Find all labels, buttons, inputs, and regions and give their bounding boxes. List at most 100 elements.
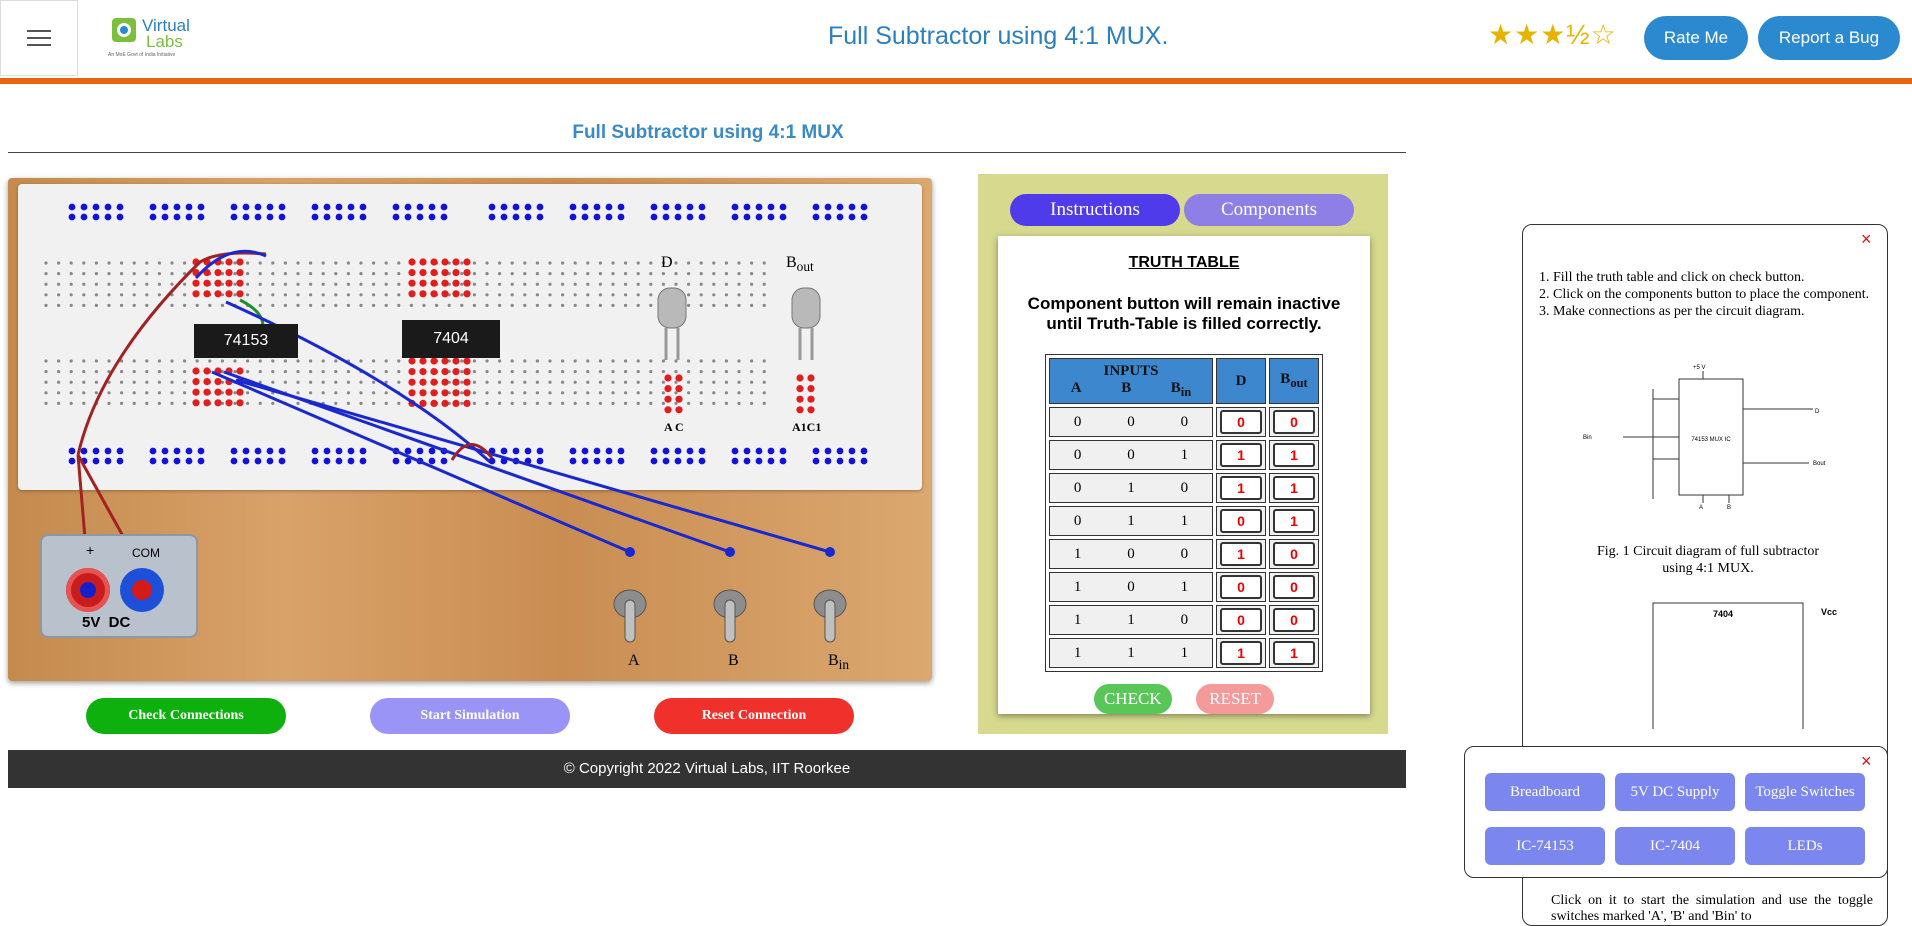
terminal-hole[interactable] xyxy=(246,370,250,374)
terminal-hole[interactable] xyxy=(309,303,313,307)
terminal-hole[interactable] xyxy=(283,303,287,307)
terminal-hole[interactable] xyxy=(69,282,73,286)
terminal-hole[interactable] xyxy=(523,401,527,405)
terminal-hole[interactable] xyxy=(724,282,729,286)
terminal-hole[interactable] xyxy=(586,359,590,363)
connected-hole[interactable] xyxy=(408,368,416,376)
terminal-hole[interactable] xyxy=(145,293,149,297)
rail-hole[interactable] xyxy=(440,203,448,211)
d-output-box[interactable]: 1 xyxy=(1220,443,1262,467)
rail-hole[interactable] xyxy=(650,457,658,465)
rail-hole[interactable] xyxy=(323,203,331,211)
terminal-hole[interactable] xyxy=(271,261,275,265)
terminal-hole[interactable] xyxy=(699,293,703,297)
rail-hole[interactable] xyxy=(404,447,412,455)
terminal-hole[interactable] xyxy=(183,359,187,363)
terminal-hole[interactable] xyxy=(170,282,174,286)
terminal-hole[interactable] xyxy=(561,303,565,307)
terminal-hole[interactable] xyxy=(157,380,161,384)
terminal-hole[interactable] xyxy=(359,401,363,405)
terminal-hole[interactable] xyxy=(157,261,161,265)
rail-hole[interactable] xyxy=(662,457,670,465)
terminal-hole[interactable] xyxy=(233,401,237,405)
terminal-hole[interactable] xyxy=(750,401,754,405)
terminal-hole[interactable] xyxy=(586,272,590,276)
rail-hole[interactable] xyxy=(416,203,424,211)
toggle-lever[interactable] xyxy=(824,599,836,643)
terminal-hole[interactable] xyxy=(296,293,300,297)
terminal-hole[interactable] xyxy=(460,293,464,297)
connected-hole[interactable] xyxy=(430,357,438,365)
rail-hole[interactable] xyxy=(743,447,751,455)
terminal-hole[interactable] xyxy=(384,370,388,374)
terminal-hole[interactable] xyxy=(750,380,754,384)
terminal-hole[interactable] xyxy=(321,282,325,286)
terminal-hole[interactable] xyxy=(548,359,552,363)
rail-hole[interactable] xyxy=(80,213,88,221)
terminal-hole[interactable] xyxy=(586,380,590,384)
terminal-hole[interactable] xyxy=(233,359,237,363)
rail-hole[interactable] xyxy=(173,213,181,221)
terminal-hole[interactable] xyxy=(762,380,766,384)
rail-hole[interactable] xyxy=(650,213,658,221)
terminal-hole[interactable] xyxy=(107,261,111,265)
terminal-hole[interactable] xyxy=(573,370,577,374)
terminal-hole[interactable] xyxy=(82,282,86,286)
terminal-hole[interactable] xyxy=(157,401,161,405)
terminal-hole[interactable] xyxy=(510,359,514,363)
terminal-hole[interactable] xyxy=(120,391,124,395)
terminal-hole[interactable] xyxy=(372,272,376,276)
terminal-hole[interactable] xyxy=(523,370,527,374)
rail-hole[interactable] xyxy=(779,457,787,465)
terminal-hole[interactable] xyxy=(359,272,363,276)
connected-hole[interactable] xyxy=(807,374,815,382)
rail-hole[interactable] xyxy=(755,203,763,211)
rail-hole[interactable] xyxy=(605,203,613,211)
terminal-hole[interactable] xyxy=(132,370,136,374)
terminal-hole[interactable] xyxy=(460,380,464,384)
terminal-hole[interactable] xyxy=(271,282,275,286)
rail-hole[interactable] xyxy=(743,457,751,465)
bout-output-box[interactable]: 1 xyxy=(1273,509,1315,533)
connected-hole[interactable] xyxy=(452,258,460,266)
terminal-hole[interactable] xyxy=(523,282,527,286)
terminal-hole[interactable] xyxy=(611,391,615,395)
terminal-hole[interactable] xyxy=(510,391,514,395)
terminal-hole[interactable] xyxy=(170,370,174,374)
terminal-hole[interactable] xyxy=(498,401,502,405)
terminal-hole[interactable] xyxy=(573,359,577,363)
terminal-hole[interactable] xyxy=(195,359,199,363)
terminal-hole[interactable] xyxy=(699,380,703,384)
terminal-hole[interactable] xyxy=(233,391,237,395)
terminal-hole[interactable] xyxy=(472,401,476,405)
terminal-hole[interactable] xyxy=(510,380,514,384)
terminal-hole[interactable] xyxy=(485,272,489,276)
terminal-hole[interactable] xyxy=(145,370,149,374)
connected-hole[interactable] xyxy=(419,290,427,298)
terminal-hole[interactable] xyxy=(523,391,527,395)
terminal-hole[interactable] xyxy=(321,261,325,265)
terminal-hole[interactable] xyxy=(624,303,628,307)
terminal-hole[interactable] xyxy=(649,282,653,286)
terminal-hole[interactable] xyxy=(359,293,363,297)
terminal-hole[interactable] xyxy=(712,272,716,276)
reset-button[interactable]: RESET xyxy=(1196,684,1275,714)
rail-hole[interactable] xyxy=(860,447,868,455)
terminal-hole[interactable] xyxy=(762,293,766,297)
terminal-hole[interactable] xyxy=(624,359,628,363)
rail-hole[interactable] xyxy=(80,447,88,455)
terminal-hole[interactable] xyxy=(145,391,149,395)
check-connections-button[interactable]: Check Connections xyxy=(86,698,286,734)
connected-hole[interactable] xyxy=(430,269,438,277)
terminal-hole[interactable] xyxy=(624,391,628,395)
rail-hole[interactable] xyxy=(161,203,169,211)
terminal-hole[interactable] xyxy=(384,401,388,405)
terminal-hole[interactable] xyxy=(44,303,48,307)
terminal-hole[interactable] xyxy=(183,380,187,384)
rail-hole[interactable] xyxy=(500,447,508,455)
connected-hole[interactable] xyxy=(463,399,471,407)
connected-hole[interactable] xyxy=(452,389,460,397)
terminal-hole[interactable] xyxy=(699,282,703,286)
terminal-hole[interactable] xyxy=(762,272,766,276)
check-button[interactable]: CHECK xyxy=(1093,684,1172,714)
